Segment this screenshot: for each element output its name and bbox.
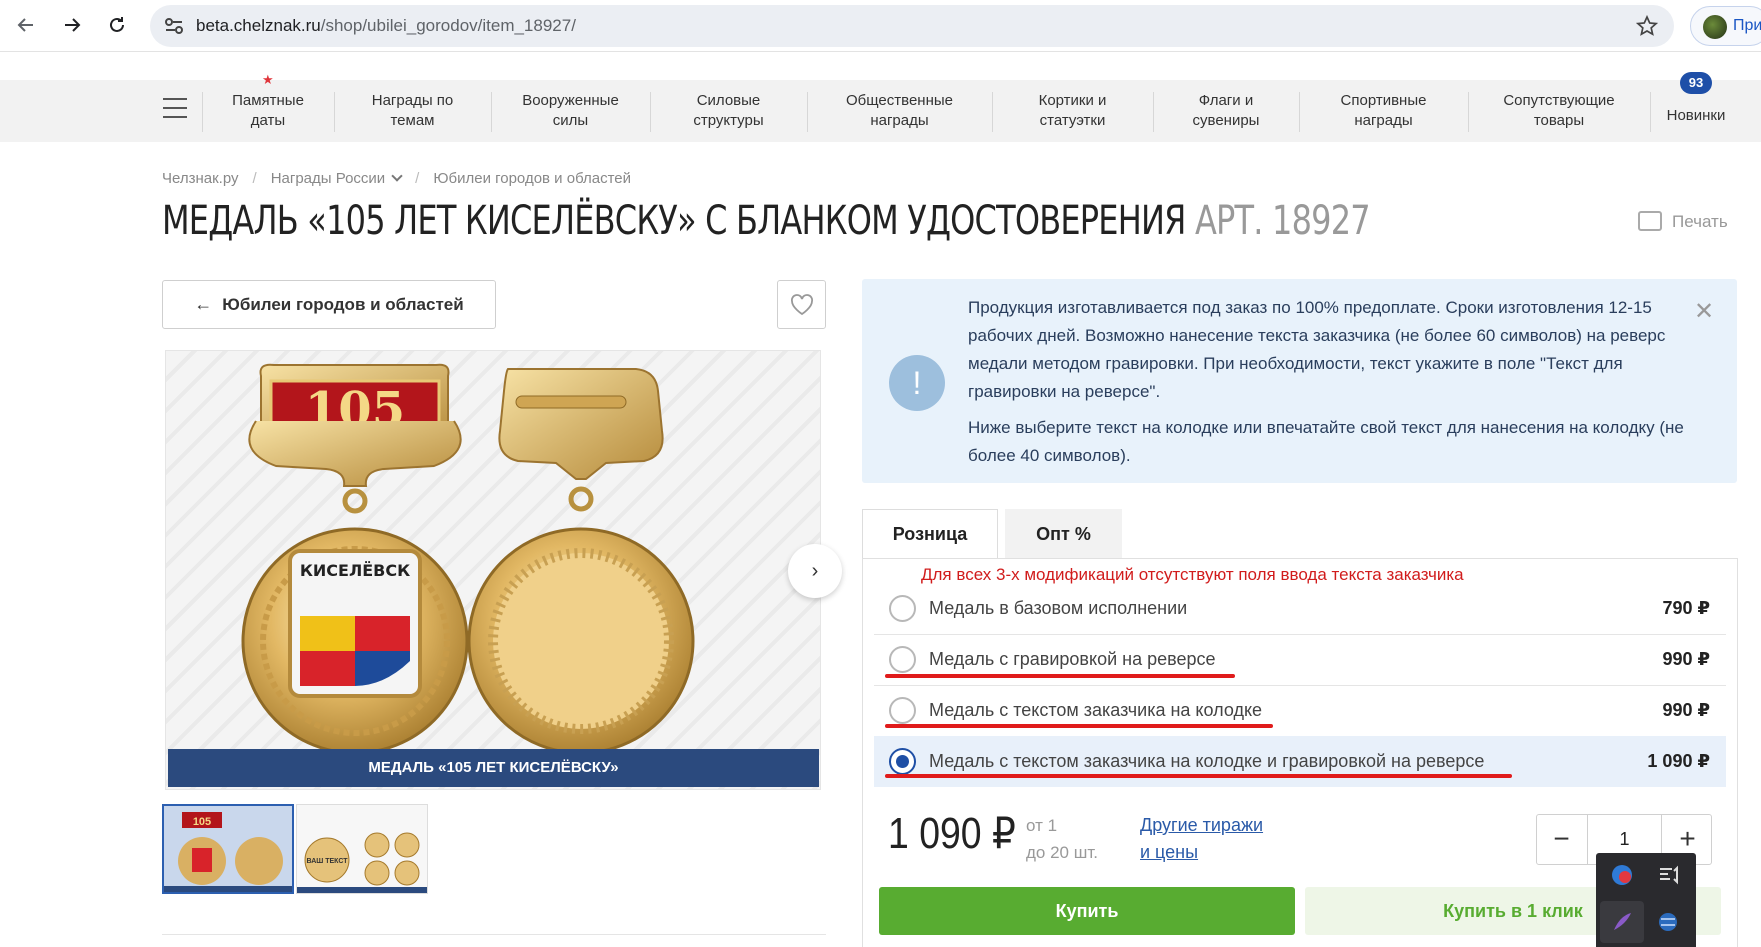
back-to-category-button[interactable]: ← Юбилеи городов и областей bbox=[162, 280, 496, 329]
breadcrumb-separator: / bbox=[252, 170, 257, 187]
divider bbox=[162, 934, 826, 935]
range-to: до 20 шт. bbox=[1026, 843, 1098, 862]
reload-icon[interactable] bbox=[100, 8, 134, 42]
medal-city: КИСЕЛЁВСК bbox=[300, 561, 410, 580]
option-pad-text-and-engraving[interactable]: Медаль с текстом заказчика на колодке и … bbox=[874, 736, 1726, 787]
annotation-underline bbox=[885, 774, 1512, 778]
menu-item-sport-awards[interactable]: Спортивные награды bbox=[1300, 80, 1467, 142]
breadcrumb: Челзнак.ру / Награды России / Юбилеи городов… bbox=[162, 170, 631, 187]
breadcrumb-separator: / bbox=[415, 170, 420, 187]
menu-item-related-goods[interactable]: Сопутствующие товары bbox=[1469, 80, 1649, 142]
other-link-line1: Другие тиражи bbox=[1140, 815, 1264, 835]
option-base[interactable]: Медаль в базовом исполнении 790 ₽ bbox=[874, 583, 1726, 634]
url-path: /shop/ubilei_gorodov/item_18927/ bbox=[320, 16, 576, 35]
product-article: АРТ. 18927 bbox=[1194, 198, 1371, 244]
annotation-note: Для всех 3-х модификаций отсутствуют пол… bbox=[921, 565, 1464, 584]
medal-illustration: 105 КИСЕЛЁВСК bbox=[241, 363, 695, 755]
browser-toolbar: beta.chelznak.ru/shop/ubilei_gorodov/ite… bbox=[0, 0, 1761, 52]
close-icon[interactable]: ✕ bbox=[1694, 297, 1714, 326]
profile-button[interactable]: При bbox=[1690, 6, 1761, 46]
price-range: от 1 до 20 шт. bbox=[1026, 812, 1098, 866]
profile-label: При bbox=[1733, 17, 1761, 34]
thumbnail-variants-image: ВАШ ТЕКСТ bbox=[297, 805, 427, 893]
menu-item-daggers-figurines[interactable]: Кортики и статуэтки bbox=[993, 80, 1152, 142]
exclamation-icon: ! bbox=[889, 355, 945, 411]
annotation-underline bbox=[885, 724, 1273, 728]
breadcrumb-home[interactable]: Челзнак.ру bbox=[162, 170, 239, 187]
site-settings-icon[interactable] bbox=[164, 17, 184, 35]
thumbnail-1[interactable]: 105 bbox=[162, 804, 294, 894]
menu-item-armed-forces[interactable]: Вооруженные силы bbox=[492, 80, 649, 142]
annotation-underline bbox=[885, 674, 1235, 678]
breadcrumb-anniversaries[interactable]: Юбилеи городов и областей bbox=[433, 170, 631, 187]
option-label: Медаль с гравировкой на реверсе bbox=[929, 649, 1216, 669]
address-bar[interactable]: beta.chelznak.ru/shop/ubilei_gorodov/ite… bbox=[150, 5, 1674, 47]
next-image-button[interactable]: › bbox=[788, 544, 842, 598]
breadcrumb-awards-russia[interactable]: Награды России bbox=[271, 170, 385, 187]
other-link-line2: и цены bbox=[1140, 842, 1199, 862]
page-title: МЕДАЛЬ «105 ЛЕТ КИСЕЛЁВСКУ» С БЛАНКОМ УД… bbox=[162, 198, 1371, 244]
heart-icon bbox=[791, 294, 813, 316]
option-price: 1 090 ₽ bbox=[1647, 751, 1710, 771]
chevron-right-icon: › bbox=[811, 559, 819, 582]
option-label: Медаль с текстом заказчика на колодке и … bbox=[929, 751, 1485, 771]
back-button-label: Юбилеи городов и областей bbox=[222, 294, 464, 314]
thumbnail-your-text: ВАШ ТЕКСТ bbox=[306, 858, 348, 865]
menu-item-memorable-dates[interactable]: Памятные даты bbox=[203, 80, 333, 142]
url-host: beta.chelznak.ru bbox=[196, 16, 321, 35]
option-pad-text[interactable]: Медаль с текстом заказчика на колодке 99… bbox=[874, 685, 1726, 736]
globe-icon[interactable] bbox=[1656, 910, 1680, 934]
range-from: от 1 bbox=[1026, 816, 1058, 835]
info-text-production: Продукция изготавливается под заказ по 1… bbox=[968, 298, 1666, 401]
menu-item-awards-by-theme[interactable]: Награды по темам bbox=[335, 80, 490, 142]
back-arrow-icon[interactable] bbox=[9, 8, 43, 42]
menu-item-security-structures[interactable]: Силовые структуры bbox=[651, 80, 806, 142]
app-icon-red[interactable] bbox=[1610, 863, 1634, 887]
avatar bbox=[1703, 15, 1727, 39]
print-button[interactable]: Печать bbox=[1638, 210, 1728, 233]
option-label: Медаль с текстом заказчика на колодке bbox=[929, 700, 1263, 720]
menu-item-public-awards[interactable]: Общественные награды bbox=[808, 80, 991, 142]
image-caption: МЕДАЛЬ «105 ЛЕТ КИСЕЛЁВСКУ» bbox=[168, 749, 819, 787]
arrow-left-icon: ← bbox=[194, 294, 213, 314]
system-tray-popup bbox=[1596, 853, 1696, 947]
option-price: 990 ₽ bbox=[1662, 700, 1710, 720]
bookmark-star-icon[interactable] bbox=[1636, 15, 1658, 37]
option-price: 990 ₽ bbox=[1662, 649, 1710, 669]
tab-wholesale[interactable]: Опт % bbox=[1005, 509, 1122, 559]
menu-item-flags-souvenirs[interactable]: Флаги и сувениры bbox=[1154, 80, 1298, 142]
feather-icon[interactable] bbox=[1610, 910, 1634, 934]
other-quantities-link[interactable]: Другие тиражи и цены bbox=[1140, 812, 1263, 866]
minus-icon[interactable]: − bbox=[1537, 815, 1586, 864]
radio-button[interactable] bbox=[889, 646, 916, 673]
radio-button[interactable] bbox=[889, 595, 916, 622]
printer-icon bbox=[1638, 210, 1662, 231]
product-image[interactable]: 105 КИСЕЛЁВСК МЕДАЛЬ «105 ЛЕТ КИСЕЛЁВСКУ… bbox=[165, 350, 821, 790]
new-count-badge: 93 bbox=[1680, 72, 1712, 94]
notification-icon[interactable] bbox=[1656, 863, 1680, 887]
radio-button[interactable] bbox=[889, 697, 916, 724]
hamburger-menu-icon[interactable] bbox=[163, 98, 187, 122]
star-icon: ★ bbox=[262, 72, 274, 87]
option-label: Медаль в базовом исполнении bbox=[929, 598, 1188, 618]
chevron-down-icon[interactable] bbox=[391, 170, 403, 182]
current-price: 1 090 ₽ bbox=[888, 809, 1016, 858]
main-menu: Памятные даты Награды по темам Вооруженн… bbox=[0, 80, 1761, 142]
info-text-pad: Ниже выберите текст на колодке или впеча… bbox=[968, 418, 1684, 465]
url-text[interactable]: beta.chelznak.ru/shop/ubilei_gorodov/ite… bbox=[196, 16, 576, 36]
product-title: МЕДАЛЬ «105 ЛЕТ КИСЕЛЁВСКУ» С БЛАНКОМ УД… bbox=[162, 198, 1186, 244]
thumbnail-2[interactable]: ВАШ ТЕКСТ bbox=[296, 804, 428, 894]
thumbnail-medal-image: 105 bbox=[164, 806, 292, 892]
info-notice: ! Продукция изготавливается под заказ по… bbox=[862, 279, 1737, 483]
print-label: Печать bbox=[1672, 212, 1728, 231]
favorite-button[interactable] bbox=[777, 280, 826, 329]
buy-button[interactable]: Купить bbox=[879, 887, 1295, 935]
thumbnail-medal-number: 105 bbox=[193, 816, 211, 828]
option-price: 790 ₽ bbox=[1662, 598, 1710, 618]
forward-arrow-icon[interactable] bbox=[55, 8, 89, 42]
tab-retail[interactable]: Розница bbox=[862, 509, 998, 559]
radio-button-selected[interactable] bbox=[889, 748, 916, 775]
